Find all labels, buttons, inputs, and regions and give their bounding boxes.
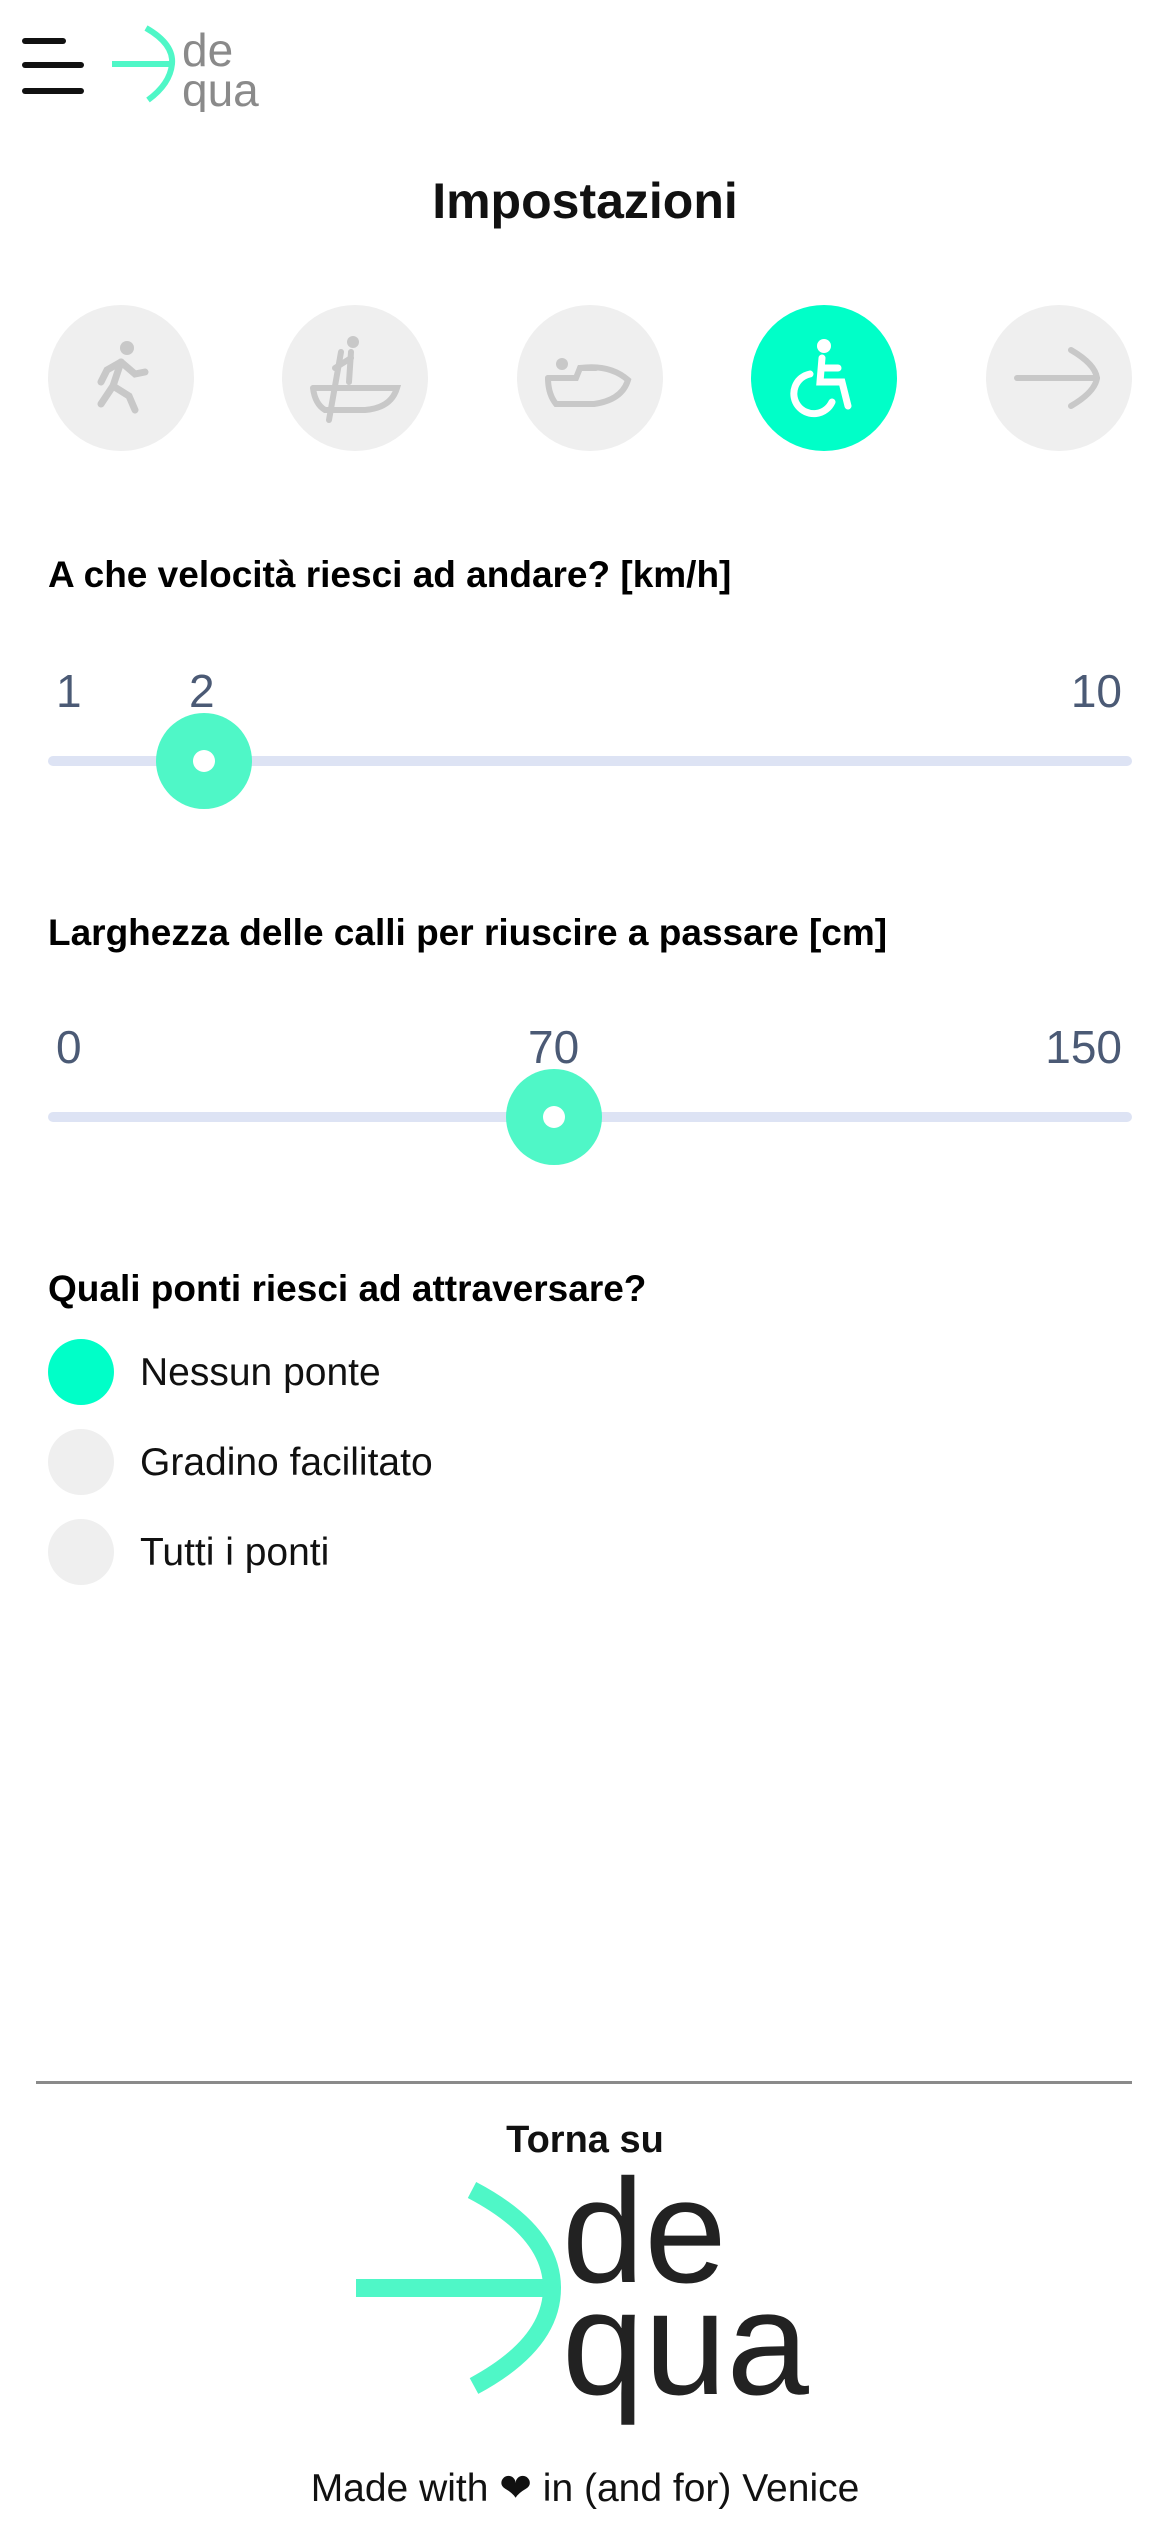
mode-arrow-button[interactable]	[986, 305, 1132, 451]
radio-gradino-facilitato[interactable]: Gradino facilitato	[48, 1429, 848, 1495]
width-question: Larghezza delle calli per riuscire a pas…	[48, 912, 888, 953]
width-slider-thumb[interactable]	[506, 1069, 602, 1165]
radio-tutti-i-ponti[interactable]: Tutti i ponti	[48, 1519, 848, 1585]
width-value-label: 70	[528, 1021, 580, 1073]
seated-boat-icon	[545, 358, 632, 407]
back-to-top-link[interactable]: Torna su	[0, 2119, 1170, 2162]
wheelchair-icon	[790, 339, 852, 418]
dequa-footer-logo: de qua	[356, 2160, 810, 2426]
logo-word-2: qua	[182, 64, 259, 112]
mode-walking-button[interactable]	[48, 305, 194, 451]
radio-label: Nessun ponte	[140, 1351, 381, 1394]
width-max-label: 150	[1045, 1021, 1122, 1073]
dequa-logo[interactable]: de qua	[112, 22, 277, 112]
mode-wheelchair-button[interactable]	[751, 305, 897, 451]
speed-slider-thumb[interactable]	[156, 713, 252, 809]
radio-nessun-ponte[interactable]: Nessun ponte	[48, 1339, 848, 1405]
mode-boat-button[interactable]	[517, 305, 663, 451]
footer-divider	[36, 2081, 1132, 2084]
app-header: de qua	[0, 0, 1170, 130]
footer-logo-word-2: qua	[562, 2261, 810, 2426]
radio-dot[interactable]	[48, 1429, 114, 1495]
hamburger-menu-icon[interactable]	[22, 38, 84, 94]
width-min-label: 0	[56, 1021, 82, 1073]
radio-dot[interactable]	[48, 1519, 114, 1585]
radio-dot[interactable]	[48, 1339, 114, 1405]
speed-min-label: 1	[56, 665, 82, 717]
walking-person-icon	[97, 341, 149, 414]
speed-question: A che velocità riesci ad andare? [km/h]	[48, 554, 732, 595]
mode-rowing-button[interactable]	[282, 305, 428, 451]
footer-credit: Made with ❤ in (and for) Venice	[310, 2467, 860, 2510]
mode-selector	[48, 305, 1132, 455]
radio-label: Gradino facilitato	[140, 1441, 433, 1484]
standing-rowing-boat-icon	[310, 336, 402, 423]
arrow-right-icon	[1014, 347, 1101, 409]
page-title: Impostazioni	[432, 173, 738, 229]
speed-max-label: 10	[1070, 665, 1122, 717]
speed-value-label: 2	[189, 665, 215, 717]
radio-label: Tutti i ponti	[140, 1531, 330, 1574]
bridges-question: Quali ponti riesci ad attraversare?	[48, 1268, 647, 1309]
